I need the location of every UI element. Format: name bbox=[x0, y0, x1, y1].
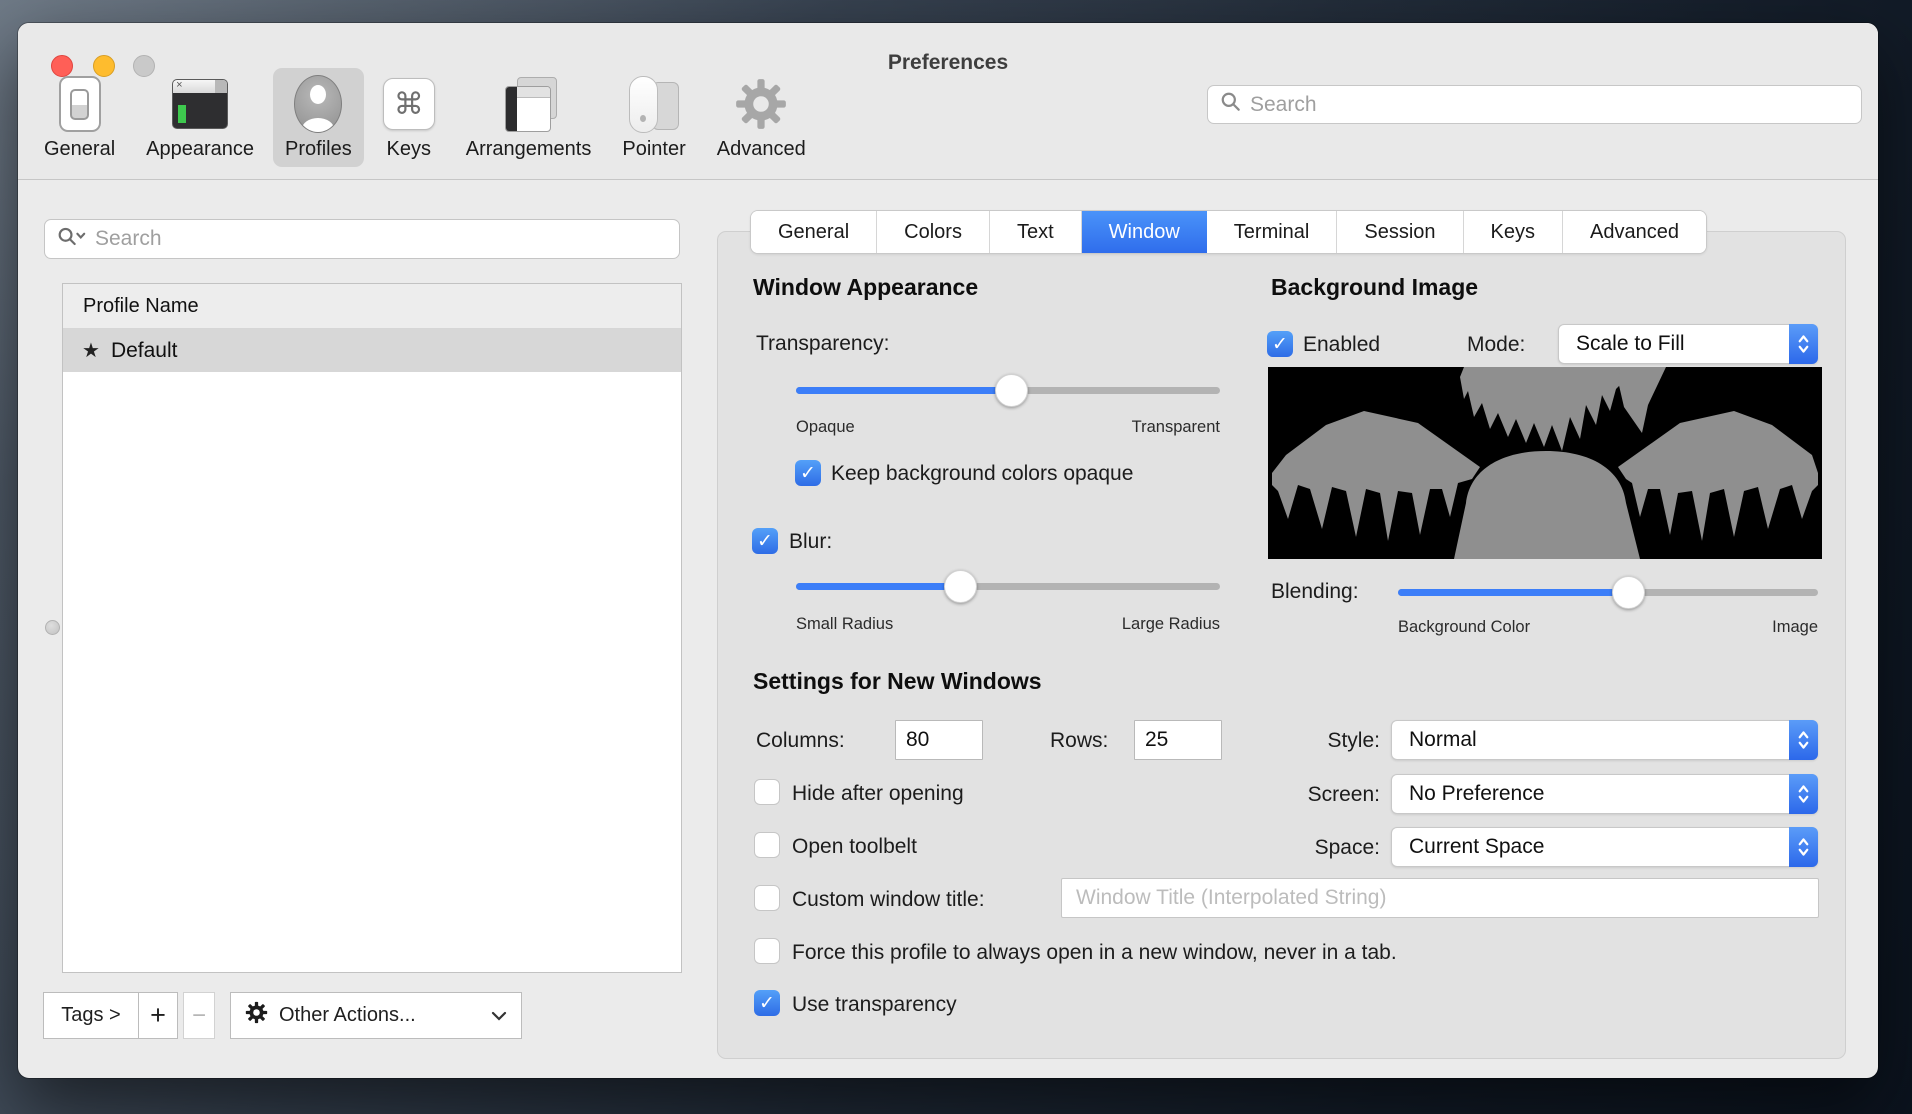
blending-label: Blending: bbox=[1271, 580, 1359, 603]
profile-search-field[interactable]: Search bbox=[44, 219, 680, 259]
bg-enabled-checkbox[interactable] bbox=[1267, 331, 1293, 357]
profile-settings-panel: General Colors Text Window Terminal Sess… bbox=[717, 211, 1846, 1059]
columns-label: Columns: bbox=[756, 729, 845, 752]
gear-icon bbox=[732, 73, 790, 135]
default-star-icon: ★ bbox=[82, 340, 100, 362]
preferences-window: Preferences General × Appearance Profile… bbox=[18, 23, 1878, 1078]
blend-bg-color-label: Background Color bbox=[1398, 618, 1531, 636]
custom-window-title-field[interactable] bbox=[1061, 878, 1819, 918]
blending-slider[interactable] bbox=[1398, 575, 1818, 609]
profile-row-default[interactable]: ★ Default bbox=[63, 329, 681, 372]
rows-field[interactable] bbox=[1134, 720, 1222, 760]
force-new-window-label: Force this profile to always open in a n… bbox=[792, 941, 1397, 964]
toolbar-item-advanced[interactable]: Advanced bbox=[705, 68, 818, 167]
tab-keys[interactable]: Keys bbox=[1463, 211, 1563, 253]
tab-window[interactable]: Window bbox=[1081, 211, 1207, 253]
winged-silhouette-image bbox=[1268, 367, 1822, 559]
bg-enabled-label: Enabled bbox=[1303, 333, 1381, 356]
tab-advanced[interactable]: Advanced bbox=[1562, 211, 1706, 253]
popup-stepper-icon bbox=[1789, 827, 1818, 867]
keep-opaque-checkbox[interactable] bbox=[795, 460, 821, 486]
popup-stepper-icon bbox=[1789, 720, 1818, 760]
window-appearance-heading: Window Appearance bbox=[753, 274, 979, 300]
appearance-icon: × bbox=[172, 73, 229, 135]
open-toolbelt-checkbox[interactable] bbox=[754, 832, 780, 858]
profile-list: Profile Name ★ Default bbox=[62, 283, 682, 973]
profile-name: Default bbox=[110, 338, 178, 362]
blending-slider-thumb[interactable] bbox=[1612, 576, 1645, 609]
add-profile-button[interactable]: + bbox=[138, 992, 178, 1039]
profile-tab-bar: General Colors Text Window Terminal Sess… bbox=[751, 211, 1706, 253]
toolbar-item-keys[interactable]: ⌘ Keys bbox=[371, 68, 447, 167]
hide-after-opening-label: Hide after opening bbox=[792, 782, 964, 805]
blur-slider[interactable] bbox=[796, 569, 1220, 603]
blur-label: Blur: bbox=[789, 530, 833, 553]
arrangements-icon bbox=[501, 73, 557, 135]
profile-list-header: Profile Name bbox=[63, 284, 681, 329]
custom-window-title-label: Custom window title: bbox=[792, 888, 985, 911]
new-windows-heading: Settings for New Windows bbox=[753, 668, 1042, 694]
keep-opaque-label: Keep background colors opaque bbox=[831, 462, 1134, 485]
popup-stepper-icon bbox=[1789, 774, 1818, 814]
window-header: Preferences General × Appearance Profile… bbox=[18, 23, 1878, 180]
space-popup[interactable]: Current Space bbox=[1391, 827, 1818, 867]
general-icon bbox=[58, 73, 101, 135]
transparency-label: Transparency: bbox=[756, 332, 890, 355]
bg-mode-popup[interactable]: Scale to Fill bbox=[1558, 324, 1818, 364]
custom-window-title-checkbox[interactable] bbox=[754, 885, 780, 911]
transparency-slider[interactable] bbox=[796, 373, 1220, 407]
remove-profile-button[interactable]: − bbox=[183, 992, 215, 1039]
pane-splitter-handle[interactable] bbox=[45, 620, 60, 635]
tab-session[interactable]: Session bbox=[1337, 211, 1464, 253]
profile-search-placeholder: Search bbox=[95, 227, 162, 250]
space-label: Space: bbox=[1314, 836, 1380, 859]
opaque-label: Opaque bbox=[796, 418, 855, 436]
preferences-toolbar: General × Appearance Profiles ⌘ Keys Arr… bbox=[32, 68, 818, 174]
command-key-icon: ⌘ bbox=[382, 73, 435, 135]
screen-label: Screen: bbox=[1307, 783, 1380, 806]
columns-field[interactable] bbox=[895, 720, 983, 760]
hide-after-opening-checkbox[interactable] bbox=[754, 779, 780, 805]
tab-colors[interactable]: Colors bbox=[877, 211, 990, 253]
toolbar-search-placeholder: Search bbox=[1250, 92, 1317, 116]
blur-slider-thumb[interactable] bbox=[944, 570, 978, 603]
other-actions-button[interactable]: Other Actions... bbox=[230, 992, 522, 1039]
blur-checkbox[interactable] bbox=[752, 528, 778, 554]
toolbar-item-pointer[interactable]: Pointer bbox=[610, 68, 697, 167]
use-transparency-checkbox[interactable] bbox=[754, 990, 780, 1016]
transparency-slider-thumb[interactable] bbox=[995, 374, 1029, 407]
other-actions-label: Other Actions... bbox=[279, 1004, 416, 1026]
large-radius-label: Large Radius bbox=[1121, 615, 1220, 633]
search-menu-icon bbox=[57, 226, 87, 253]
toolbar-item-appearance[interactable]: × Appearance bbox=[134, 68, 266, 167]
style-label: Style: bbox=[1327, 729, 1380, 752]
tab-text[interactable]: Text bbox=[989, 211, 1082, 253]
search-icon bbox=[1220, 91, 1242, 118]
mouse-pointer-icon bbox=[626, 73, 682, 135]
toolbar-search-field[interactable]: Search bbox=[1207, 85, 1862, 124]
tab-general[interactable]: General bbox=[751, 211, 878, 253]
tags-button[interactable]: Tags > bbox=[43, 992, 139, 1039]
open-toolbelt-label: Open toolbelt bbox=[792, 835, 917, 858]
small-radius-label: Small Radius bbox=[796, 615, 894, 633]
use-transparency-label: Use transparency bbox=[792, 993, 957, 1016]
background-image-preview[interactable] bbox=[1268, 367, 1822, 559]
profile-actions-bar: Tags > + − Other Actions... bbox=[43, 992, 522, 1039]
bg-mode-label: Mode: bbox=[1467, 333, 1526, 356]
screen-popup[interactable]: No Preference bbox=[1391, 774, 1818, 814]
style-popup[interactable]: Normal bbox=[1391, 720, 1818, 760]
blend-image-label: Image bbox=[1772, 618, 1818, 636]
tab-terminal[interactable]: Terminal bbox=[1206, 211, 1338, 253]
rows-label: Rows: bbox=[1050, 729, 1109, 752]
profiles-icon bbox=[294, 73, 343, 135]
toolbar-item-general[interactable]: General bbox=[32, 68, 127, 167]
transparent-label: Transparent bbox=[1131, 418, 1220, 436]
gear-icon bbox=[245, 1001, 268, 1030]
popup-stepper-icon bbox=[1789, 324, 1818, 364]
toolbar-item-profiles[interactable]: Profiles bbox=[273, 68, 364, 167]
chevron-down-icon bbox=[491, 1004, 507, 1027]
force-new-window-checkbox[interactable] bbox=[754, 938, 780, 964]
toolbar-item-arrangements[interactable]: Arrangements bbox=[454, 68, 604, 167]
background-image-heading: Background Image bbox=[1271, 274, 1479, 300]
